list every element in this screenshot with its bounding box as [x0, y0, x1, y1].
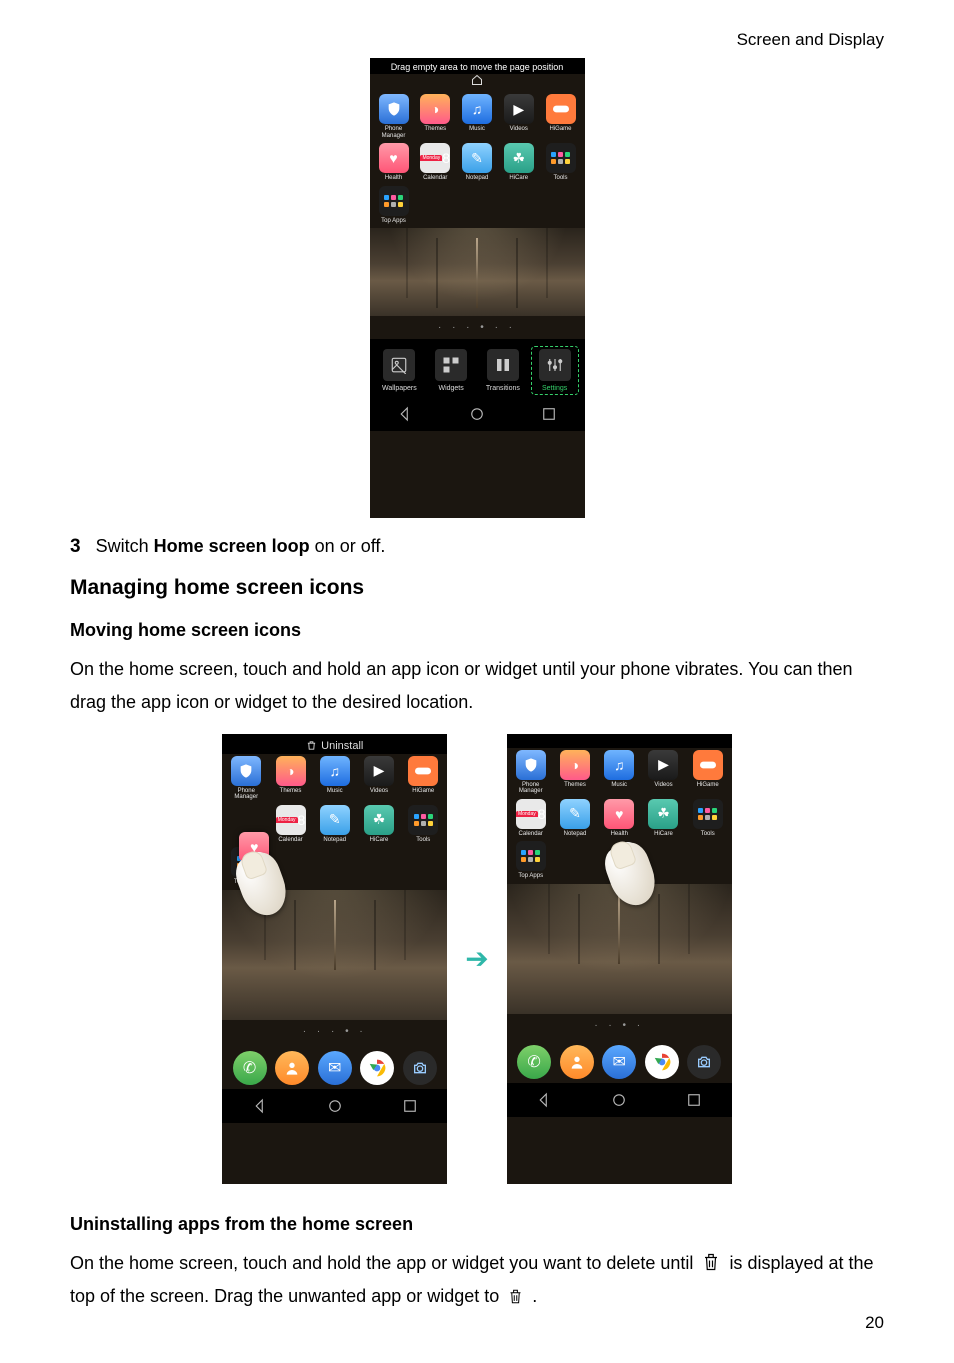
dock-messages-icon: ✉	[318, 1051, 352, 1085]
heading-moving-icons: Moving home screen icons	[70, 620, 884, 641]
tray-transitions: Transitions	[479, 349, 527, 395]
app-hicare: ☘HiCare	[501, 143, 537, 182]
app-phone-manager: Phone Manager	[376, 94, 412, 139]
dock-camera-icon	[403, 1051, 437, 1085]
tray-widgets: Widgets	[427, 349, 475, 395]
paragraph-moving: On the home screen, touch and hold an ap…	[70, 653, 884, 720]
page-number: 20	[865, 1313, 884, 1333]
trash-icon	[702, 1252, 720, 1272]
wallpaper-pier	[370, 228, 585, 316]
dock-phone-icon: ✆	[233, 1051, 267, 1085]
nav-home-icon	[468, 405, 486, 423]
screenshot-home-editor: Drag empty area to move the page positio…	[370, 58, 585, 518]
app-videos: ▶Videos	[501, 94, 537, 139]
dock-contacts-icon	[275, 1051, 309, 1085]
app-health: ♥Health	[376, 143, 412, 182]
android-navbar	[370, 397, 585, 431]
tray-wallpapers: Wallpapers	[375, 349, 423, 395]
nav-recent-icon	[540, 405, 558, 423]
home-indicator-icon	[471, 74, 483, 86]
app-top-apps: Top Apps	[376, 186, 412, 225]
app-music: ♫Music	[459, 94, 495, 139]
paragraph-uninstalling: On the home screen, touch and hold the a…	[70, 1247, 884, 1314]
app-themes: ◑Themes	[417, 94, 453, 139]
app-calendar: Monday8Calendar	[417, 143, 453, 182]
page-indicator: · · · • · ·	[370, 316, 585, 339]
heading-uninstalling: Uninstalling apps from the home screen	[70, 1214, 884, 1235]
arrow-icon: ➔	[465, 942, 488, 975]
nav-back-icon	[396, 405, 414, 423]
drag-hint: Drag empty area to move the page positio…	[370, 58, 585, 74]
app-notepad: ✎Notepad	[459, 143, 495, 182]
section-header: Screen and Display	[70, 30, 884, 50]
heading-managing-icons: Managing home screen icons	[70, 576, 884, 600]
step-3: 3 Switch Home screen loop on or off.	[70, 536, 884, 558]
screenshot-move-sequence: Uninstall Phone Manager ◑Themes ♫Music ▶…	[70, 734, 884, 1184]
step-number: 3	[70, 536, 81, 557]
app-higame: HiGame	[543, 94, 579, 139]
app-tools: Tools	[543, 143, 579, 182]
tray-settings-highlighted: Settings	[531, 346, 579, 395]
uninstall-bar: Uninstall	[222, 734, 447, 754]
trash-icon	[508, 1288, 523, 1305]
dock-chrome-icon	[360, 1051, 394, 1085]
